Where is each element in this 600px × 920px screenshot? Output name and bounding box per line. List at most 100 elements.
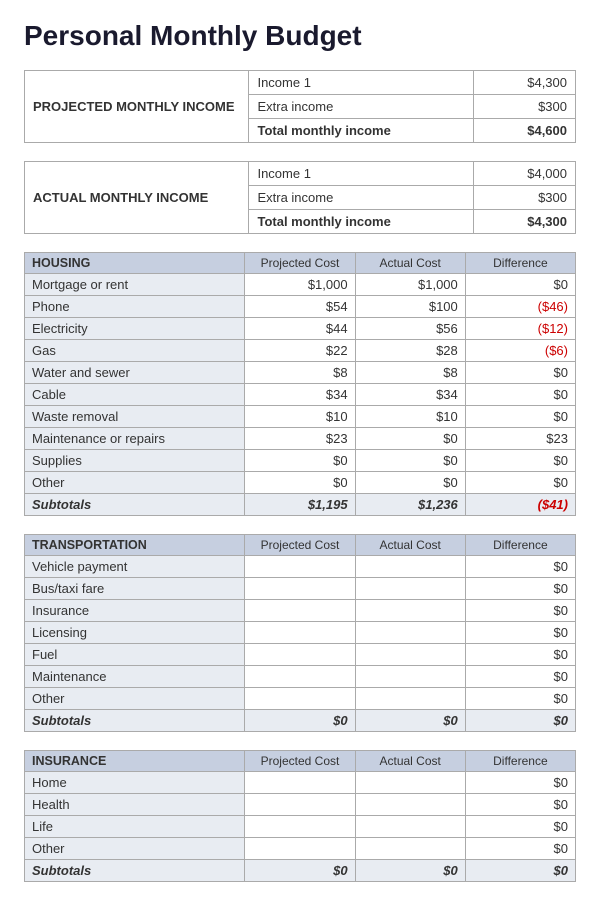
table-row: Maintenance $0 (25, 666, 576, 688)
projected-income-row2-value: $300 (473, 95, 575, 119)
insurance-row0-diff: $0 (465, 772, 575, 794)
projected-income-table: PROJECTED MONTHLY INCOME Income 1 $4,300… (24, 70, 576, 143)
housing-row7-name: Maintenance or repairs (25, 428, 245, 450)
housing-row2-diff: ($12) (465, 318, 575, 340)
housing-row8-diff: $0 (465, 450, 575, 472)
housing-row9-name: Other (25, 472, 245, 494)
table-row: Mortgage or rent$1,000$1,000$0 (25, 274, 576, 296)
transportation-row0-name: Vehicle payment (25, 556, 245, 578)
insurance-row3-projected (245, 838, 355, 860)
insurance-subtotal-projected: $0 (245, 860, 355, 882)
transportation-row5-diff: $0 (465, 666, 575, 688)
table-row: Health $0 (25, 794, 576, 816)
table-row: Supplies$0$0$0 (25, 450, 576, 472)
housing-row9-diff: $0 (465, 472, 575, 494)
transportation-subtotal-name: Subtotals (25, 710, 245, 732)
actual-income-row1-name: Income 1 (249, 162, 473, 186)
transportation-row3-diff: $0 (465, 622, 575, 644)
housing-row5-name: Cable (25, 384, 245, 406)
housing-row5-diff: $0 (465, 384, 575, 406)
insurance-row3-actual (355, 838, 465, 860)
table-row: Insurance$0 (25, 600, 576, 622)
housing-row1-projected: $54 (245, 296, 355, 318)
actual-income-label: ACTUAL MONTHLY INCOME (25, 162, 249, 234)
table-row: Home $0 (25, 772, 576, 794)
housing-row7-projected: $23 (245, 428, 355, 450)
transportation-row2-diff: $0 (465, 600, 575, 622)
table-row: Vehicle payment $0 (25, 556, 576, 578)
housing-subtotal-name: Subtotals (25, 494, 245, 516)
table-row: Other$0 (25, 688, 576, 710)
table-row: Cable$34$34$0 (25, 384, 576, 406)
transportation-projected-header: Projected Cost (245, 535, 355, 556)
table-row: Life$0 (25, 816, 576, 838)
actual-income-section: ACTUAL MONTHLY INCOME Income 1 $4,000 Ex… (24, 161, 576, 234)
insurance-section: INSURANCE Projected Cost Actual Cost Dif… (24, 750, 576, 882)
transportation-row2-actual (355, 600, 465, 622)
housing-row4-diff: $0 (465, 362, 575, 384)
table-row: Water and sewer$8$8$0 (25, 362, 576, 384)
insurance-row3-diff: $0 (465, 838, 575, 860)
transportation-row3-projected (245, 622, 355, 644)
projected-income-section: PROJECTED MONTHLY INCOME Income 1 $4,300… (24, 70, 576, 143)
housing-projected-header: Projected Cost (245, 253, 355, 274)
transportation-row3-name: Licensing (25, 622, 245, 644)
transportation-table: TRANSPORTATION Projected Cost Actual Cos… (24, 534, 576, 732)
insurance-label: INSURANCE (25, 751, 245, 772)
transportation-label: TRANSPORTATION (25, 535, 245, 556)
housing-subtotal-diff: ($41) (465, 494, 575, 516)
table-row: Other$0 (25, 838, 576, 860)
transportation-row5-projected (245, 666, 355, 688)
housing-row8-projected: $0 (245, 450, 355, 472)
insurance-row0-name: Home (25, 772, 245, 794)
transportation-row0-diff: $0 (465, 556, 575, 578)
housing-row3-actual: $28 (355, 340, 465, 362)
housing-row6-actual: $10 (355, 406, 465, 428)
housing-diff-header: Difference (465, 253, 575, 274)
housing-row8-name: Supplies (25, 450, 245, 472)
housing-row9-projected: $0 (245, 472, 355, 494)
housing-row9-actual: $0 (355, 472, 465, 494)
actual-income-row1-value: $4,000 (473, 162, 575, 186)
insurance-subtotal-actual: $0 (355, 860, 465, 882)
housing-row2-projected: $44 (245, 318, 355, 340)
housing-section: HOUSING Projected Cost Actual Cost Diffe… (24, 252, 576, 516)
housing-row4-projected: $8 (245, 362, 355, 384)
actual-income-table: ACTUAL MONTHLY INCOME Income 1 $4,000 Ex… (24, 161, 576, 234)
table-row: Licensing $0 (25, 622, 576, 644)
projected-income-row2-name: Extra income (249, 95, 473, 119)
insurance-diff-header: Difference (465, 751, 575, 772)
insurance-row1-actual (355, 794, 465, 816)
insurance-row2-diff: $0 (465, 816, 575, 838)
housing-row2-name: Electricity (25, 318, 245, 340)
transportation-row1-diff: $0 (465, 578, 575, 600)
table-row: Fuel$0 (25, 644, 576, 666)
housing-row3-projected: $22 (245, 340, 355, 362)
projected-income-row1-name: Income 1 (249, 71, 473, 95)
insurance-row1-diff: $0 (465, 794, 575, 816)
transportation-row6-projected (245, 688, 355, 710)
actual-income-total-name: Total monthly income (249, 210, 473, 234)
projected-income-row1-value: $4,300 (473, 71, 575, 95)
actual-income-row2-name: Extra income (249, 186, 473, 210)
housing-row7-diff: $23 (465, 428, 575, 450)
housing-row5-projected: $34 (245, 384, 355, 406)
housing-row0-diff: $0 (465, 274, 575, 296)
transportation-diff-header: Difference (465, 535, 575, 556)
insurance-table: INSURANCE Projected Cost Actual Cost Dif… (24, 750, 576, 882)
housing-row6-name: Waste removal (25, 406, 245, 428)
transportation-row5-name: Maintenance (25, 666, 245, 688)
housing-row8-actual: $0 (355, 450, 465, 472)
transportation-section: TRANSPORTATION Projected Cost Actual Cos… (24, 534, 576, 732)
actual-income-row2-value: $300 (473, 186, 575, 210)
transportation-row4-diff: $0 (465, 644, 575, 666)
insurance-subtotal: Subtotals $0 $0 $0 (25, 860, 576, 882)
table-row: Waste removal$10$10$0 (25, 406, 576, 428)
insurance-row1-name: Health (25, 794, 245, 816)
insurance-row1-projected (245, 794, 355, 816)
housing-subtotal-actual: $1,236 (355, 494, 465, 516)
table-row: Gas$22$28($6) (25, 340, 576, 362)
insurance-subtotal-diff: $0 (465, 860, 575, 882)
transportation-subtotal-projected: $0 (245, 710, 355, 732)
housing-row6-projected: $10 (245, 406, 355, 428)
